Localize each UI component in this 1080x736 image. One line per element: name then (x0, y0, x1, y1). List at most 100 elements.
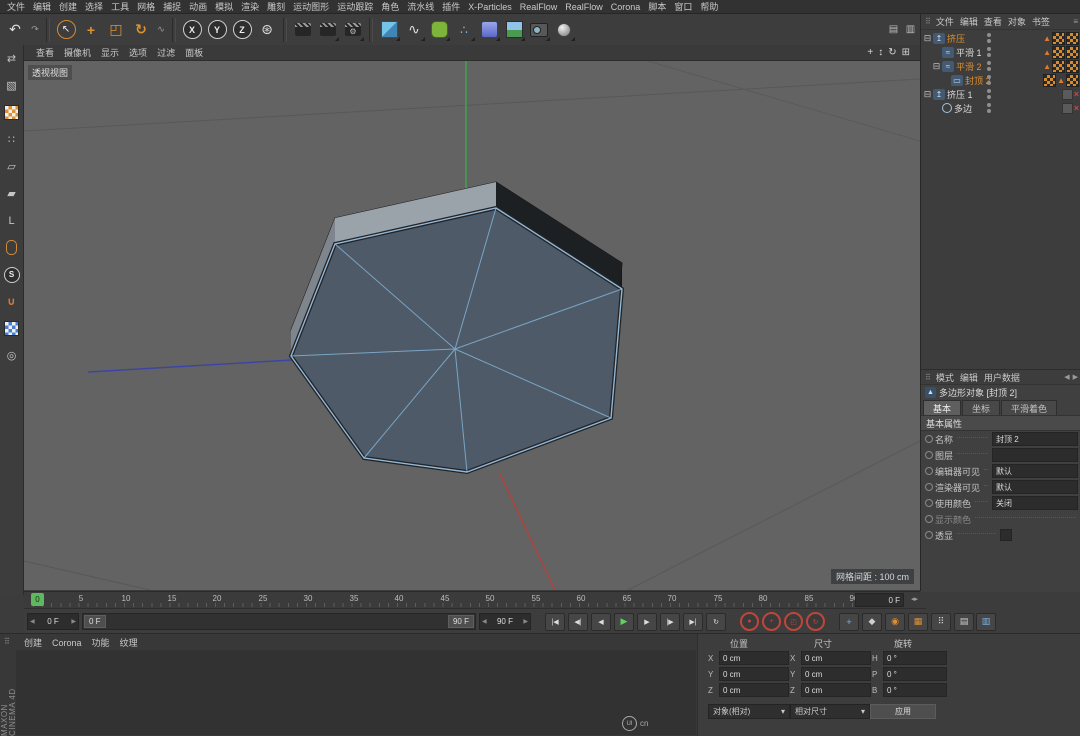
live-selection-button[interactable]: ↖ (54, 18, 78, 42)
range-start-handle[interactable]: 0 F (84, 615, 106, 628)
lock-z-axis-button[interactable]: Z (230, 18, 254, 42)
deformer-button[interactable] (477, 18, 501, 42)
magnet-button[interactable]: ∪ (3, 293, 20, 310)
menubar-item[interactable]: 雕刻 (263, 0, 289, 13)
viewport-solo-button[interactable] (3, 239, 20, 256)
current-frame-marker[interactable]: 0 (31, 593, 44, 606)
menubar-item[interactable]: 运动跟踪 (333, 0, 377, 13)
layout-button-1[interactable]: ▤ (886, 22, 901, 37)
grip-icon[interactable]: ⠿ (923, 373, 933, 382)
disabled-x-icon[interactable]: × (1074, 103, 1079, 113)
size-x-input[interactable]: 0 cm (801, 651, 871, 665)
visibility-toggles[interactable] (987, 75, 991, 85)
subdivision-surface-button[interactable] (427, 18, 451, 42)
material-menu-item[interactable]: 创建 (20, 636, 46, 649)
menubar-item[interactable]: 网格 (133, 0, 159, 13)
visibility-toggles[interactable] (987, 47, 991, 57)
viewport-view-label[interactable]: 透视视图 (28, 65, 72, 80)
material-menu-item[interactable]: Corona (48, 638, 86, 648)
enable-axis-button[interactable]: L (3, 212, 20, 229)
size-mode-dropdown[interactable]: 相对尺寸 ▾ (790, 704, 870, 719)
menubar-item[interactable]: 脚本 (644, 0, 670, 13)
next-frame-button[interactable]: ▶ (637, 613, 657, 631)
editor-visibility-dropdown[interactable]: 默认 (992, 464, 1078, 478)
axis-center-button[interactable]: ◎ (3, 347, 20, 364)
viewport-menu-item[interactable]: 摄像机 (60, 46, 95, 59)
material-swatch[interactable] (1043, 74, 1056, 87)
visibility-toggles[interactable] (987, 89, 991, 99)
disabled-state-icon[interactable] (1062, 89, 1073, 100)
orbit-view-icon[interactable]: ↻ (888, 47, 896, 58)
viewport-menu-item[interactable]: 面板 (181, 46, 207, 59)
keyframe-grid-button[interactable]: ▦ (908, 613, 928, 631)
position-x-input[interactable]: 0 cm (719, 651, 789, 665)
panel-grip-icon[interactable]: ⠿ (4, 637, 10, 646)
rotation-p-input[interactable]: 0 ° (883, 667, 947, 681)
menubar-item[interactable]: 创建 (55, 0, 81, 13)
spin-left-icon[interactable]: ◀ (482, 618, 487, 625)
anim-dot-icon[interactable] (925, 435, 933, 443)
current-frame-spinner[interactable]: ◀ 0 F ▶ (27, 613, 79, 630)
attr-menu-item[interactable]: 编辑 (957, 371, 981, 384)
record-scale-button[interactable]: ◰ (784, 612, 803, 631)
visibility-toggles[interactable] (987, 61, 991, 71)
rotation-b-input[interactable]: 0 ° (883, 683, 947, 697)
collapse-icon[interactable]: ⊟ (932, 62, 941, 71)
tree-item-nside[interactable]: ⊟ 多边 × (921, 101, 1080, 115)
menubar-item[interactable]: RealFlow (561, 2, 607, 12)
anim-dot-icon[interactable] (925, 451, 933, 459)
menubar-item[interactable]: 模拟 (211, 0, 237, 13)
attr-menu-item[interactable]: 模式 (933, 371, 957, 384)
material-swatch[interactable] (1066, 46, 1079, 59)
panel-button-1[interactable]: ▤ (954, 613, 974, 631)
loop-button[interactable]: ↻ (706, 613, 726, 631)
generator-check-icon[interactable]: ▲ (1043, 48, 1051, 57)
snap-button[interactable]: S (3, 266, 20, 283)
tab-phong[interactable]: 平滑着色 (1001, 400, 1057, 415)
material-swatch[interactable] (1066, 32, 1079, 45)
menubar-item[interactable]: 工具 (107, 0, 133, 13)
menu-icon[interactable]: ≡ (1073, 17, 1080, 26)
make-editable-button[interactable]: ⇄ (3, 50, 20, 67)
anim-dot-icon[interactable] (925, 499, 933, 507)
tab-basic[interactable]: 基本 (923, 400, 961, 415)
redo-button[interactable]: ↷ (28, 18, 42, 42)
name-input[interactable]: 封顶 2 (992, 432, 1078, 446)
collapse-icon[interactable]: ⊟ (923, 34, 932, 43)
anim-dot-icon[interactable] (925, 531, 933, 539)
go-to-start-button[interactable]: |◀ (545, 613, 565, 631)
menubar-item[interactable]: 插件 (438, 0, 464, 13)
back-icon[interactable]: ◀ (1064, 373, 1069, 381)
generator-check-icon[interactable]: ▲ (1057, 76, 1065, 85)
timeline-range-slider[interactable]: 0 F 90 F (82, 613, 476, 630)
om-menu-item[interactable]: 文件 (933, 15, 957, 28)
undo-button[interactable]: ↶ (3, 18, 27, 42)
render-view-button[interactable] (291, 18, 315, 42)
material-swatch[interactable] (1052, 32, 1065, 45)
go-to-end-button[interactable]: ▶| (683, 613, 703, 631)
points-mode-button[interactable]: ∷ (3, 131, 20, 148)
layer-input[interactable] (992, 448, 1078, 462)
record-rotation-button[interactable]: ↻ (806, 612, 825, 631)
menubar-item[interactable]: 编辑 (29, 0, 55, 13)
play-button[interactable]: ▶ (614, 613, 634, 631)
disabled-state-icon[interactable] (1062, 103, 1073, 114)
last-tool-button[interactable]: ∿ (154, 18, 168, 42)
menubar-item[interactable]: 文件 (3, 0, 29, 13)
polygons-mode-button[interactable]: ▰ (3, 185, 20, 202)
tree-item-smooth-2[interactable]: ⊟ ≈ 平滑 2 ▲ (921, 59, 1080, 73)
menubar-item[interactable]: 运动图形 (289, 0, 333, 13)
spin-right-icon[interactable]: ▶ (71, 618, 76, 625)
om-menu-item[interactable]: 书签 (1029, 15, 1053, 28)
menubar-item[interactable]: 窗口 (670, 0, 696, 13)
material-menu-item[interactable]: 功能 (88, 636, 114, 649)
ruler-frame-box[interactable]: 0 F (855, 593, 904, 607)
xray-checkbox[interactable] (1000, 529, 1012, 541)
primitive-cube-button[interactable] (377, 18, 401, 42)
tab-coordinates[interactable]: 坐标 (962, 400, 1000, 415)
autokey-button[interactable]: ◉ (885, 613, 905, 631)
model-mode-button[interactable]: ▧ (3, 77, 20, 94)
light-button[interactable] (552, 18, 576, 42)
coordinate-mode-dropdown[interactable]: 对象(相对) ▾ (708, 704, 790, 719)
camera-button[interactable] (527, 18, 551, 42)
